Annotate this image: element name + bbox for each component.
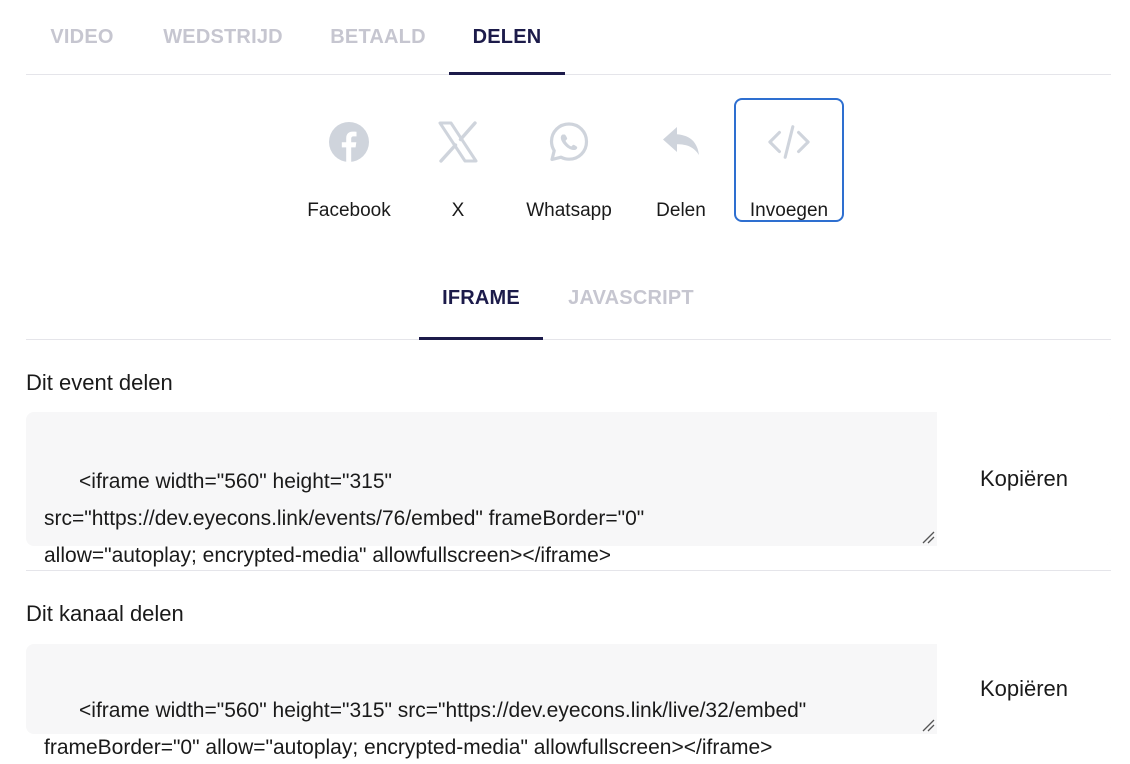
facebook-icon [327,120,371,164]
tab-iframe[interactable]: IFRAME [419,258,543,340]
resize-handle-icon[interactable] [921,530,935,544]
share-panel: VIDEO WEDSTRIJD BETAALD DELEN Facebook X [0,0,1130,764]
channel-embed-code-text: <iframe width="560" height="315" src="ht… [44,699,807,759]
share-delen[interactable]: Delen [626,98,736,222]
event-embed-box: <iframe width="560" height="315" src="ht… [26,412,1111,567]
code-embed-icon [767,120,811,164]
section-title-event: Dit event delen [26,370,173,395]
whatsapp-icon [547,120,591,164]
tab-delen[interactable]: DELEN [449,0,565,75]
embed-tabs: IFRAME JAVASCRIPT [26,258,1111,340]
share-facebook[interactable]: Facebook [294,98,404,222]
event-embed-code-text: <iframe width="560" height="315" src="ht… [44,470,645,567]
copy-channel-button[interactable]: Kopiëren [937,644,1111,734]
section-title-channel: Dit kanaal delen [26,601,184,626]
event-embed-code[interactable]: <iframe width="560" height="315" src="ht… [26,412,937,567]
resize-handle-icon[interactable] [921,718,935,732]
share-x[interactable]: X [403,98,513,222]
channel-embed-box: <iframe width="560" height="315" src="ht… [26,644,1111,759]
tab-javascript[interactable]: JAVASCRIPT [567,258,695,339]
copy-event-button[interactable]: Kopiëren [937,412,1111,546]
main-tabs: VIDEO WEDSTRIJD BETAALD DELEN [26,0,1111,75]
share-facebook-label: Facebook [307,200,391,221]
share-invoegen[interactable]: Invoegen [734,98,844,222]
share-invoegen-label: Invoegen [749,200,829,221]
share-whatsapp-label: Whatsapp [526,200,612,221]
tab-video[interactable]: VIDEO [50,0,114,74]
share-x-label: X [451,200,465,221]
share-delen-label: Delen [656,200,706,221]
tab-wedstrijd[interactable]: WEDSTRIJD [162,0,284,74]
share-options: Facebook X Whatsapp Delen Invoegen [0,98,1130,222]
channel-embed-code[interactable]: <iframe width="560" height="315" src="ht… [26,644,937,759]
x-icon [436,120,480,164]
share-whatsapp[interactable]: Whatsapp [514,98,624,222]
section-divider [26,570,1111,571]
tab-betaald[interactable]: BETAALD [330,0,425,74]
reply-share-icon [659,120,703,164]
